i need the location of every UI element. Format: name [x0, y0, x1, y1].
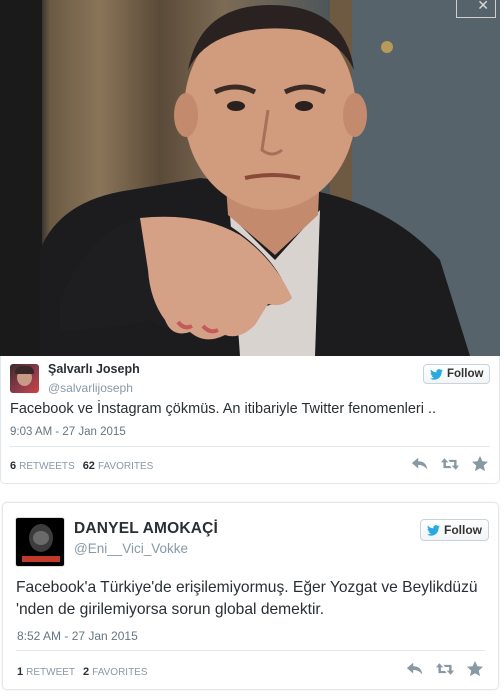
twitter-bird-icon: [430, 368, 443, 380]
photo-illustration: [0, 0, 500, 356]
favorite-count-link[interactable]: 62 FAVORITES: [83, 460, 154, 472]
retweet-count: 1: [17, 666, 24, 678]
retweet-count-label: RETWEETS: [19, 461, 75, 472]
tweet-timestamp[interactable]: 9:03 AM - 27 Jan 2015: [10, 426, 126, 438]
favorite-count-link[interactable]: 2 FAVORITES: [83, 666, 148, 678]
retweet-count: 6: [10, 460, 17, 472]
follow-button[interactable]: Follow: [420, 519, 489, 541]
avatar[interactable]: [15, 517, 65, 567]
star-icon[interactable]: [471, 456, 489, 472]
star-icon[interactable]: [466, 661, 484, 677]
retweet-count-link[interactable]: 1 RETWEET: [17, 666, 75, 678]
retweet-count-label: RETWEET: [26, 667, 76, 678]
reply-icon[interactable]: [406, 661, 424, 677]
tweet-photo[interactable]: [0, 0, 500, 356]
retweet-count-link[interactable]: 6 RETWEETS: [10, 460, 75, 472]
avatar[interactable]: [10, 364, 39, 393]
tweet-stats: 6 RETWEETS 62 FAVORITES: [10, 460, 153, 472]
tweet-actions: [411, 456, 489, 472]
favorite-count-label: FAVORITES: [97, 461, 154, 472]
follow-label: Follow: [444, 523, 482, 537]
tweet-card: DANYEL AMOKAÇİ @Eni__Vici_Vokke Follow F…: [2, 502, 499, 690]
username-handle[interactable]: @salvarlijoseph: [48, 381, 133, 395]
retweet-icon[interactable]: [441, 456, 459, 472]
retweet-icon[interactable]: [436, 661, 454, 677]
close-icon[interactable]: [456, 0, 496, 18]
follow-label: Follow: [447, 368, 484, 380]
tweet-text: Facebook'a Türkiye'de erişilemiyormuş. E…: [16, 579, 478, 618]
reply-icon[interactable]: [411, 456, 429, 472]
display-name[interactable]: DANYEL AMOKAÇİ: [74, 520, 218, 538]
display-name[interactable]: Şalvarlı Joseph: [48, 362, 140, 376]
tweet-actions: [406, 661, 484, 677]
twitter-bird-icon: [427, 524, 440, 536]
tweet-text: Facebook ve İnstagram çökmüs. An itibari…: [10, 401, 437, 417]
tweet-card: Şalvarlı Joseph @salvarlijoseph Follow F…: [0, 356, 500, 484]
favorite-count: 62: [82, 460, 95, 472]
username-handle[interactable]: @Eni__Vici_Vokke: [74, 541, 188, 556]
tweet-stats: 1 RETWEET 2 FAVORITES: [17, 666, 148, 678]
tweet-timestamp[interactable]: 8:52 AM - 27 Jan 2015: [17, 629, 138, 643]
follow-button[interactable]: Follow: [423, 364, 491, 384]
divider: [10, 446, 490, 447]
favorite-count: 2: [83, 666, 90, 678]
favorite-count-label: FAVORITES: [92, 667, 148, 678]
divider: [16, 650, 485, 651]
